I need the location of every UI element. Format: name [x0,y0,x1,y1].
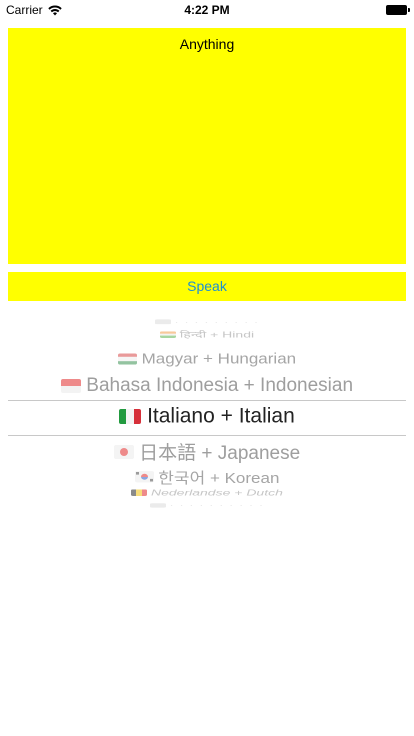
picker-row-label: Nederlandse + Dutch [150,487,283,498]
text-view-content: Anything [179,36,235,52]
picker-row-japanese[interactable]: 日本語 + Japanese [0,438,414,465]
india-flag-icon [159,331,176,338]
picker-row-label: Italiano + Italian [147,404,295,428]
picker-row-far-bottom: · · · · · · · · · · [0,502,414,508]
picker-row-hindi[interactable]: हिन्दी + Hindi [0,329,414,340]
flag-icon [154,319,171,325]
picker-row-label: 한국어 + Korean [158,470,280,487]
indonesia-flag-icon [60,379,81,393]
status-bar: Carrier 4:22 PM [0,0,414,20]
picker-row-hungarian[interactable]: Magyar + Hungarian [0,350,414,368]
picker-row-label: · · · · · · · · · [174,318,260,325]
picker-row-dutch[interactable]: Nederlandse + Dutch [0,487,414,497]
battery-full-icon [386,5,410,15]
picker-row-korean[interactable]: 한국어 + Korean [0,466,414,488]
picker-selection-line-bottom [8,435,406,436]
picker-row-label: 日本語 + Japanese [139,443,301,464]
picker-row-far-top: · · · · · · · · · [0,318,414,325]
italy-flag-icon [119,408,142,424]
text-view[interactable]: Anything [8,28,406,264]
picker-row-label: Magyar + Hungarian [141,350,297,367]
picker-row-label: Bahasa Indonesia + Indonesian [86,375,354,396]
speak-button[interactable]: Speak [8,272,406,301]
picker-row-label: · · · · · · · · · · [169,502,265,509]
south-korea-flag-icon [134,471,154,483]
belgium-flag-icon [131,489,148,496]
picker-row-italian-selected[interactable]: Italiano + Italian [0,404,414,428]
picker-selection-line-top [8,400,406,401]
picker-row-indonesian[interactable]: Bahasa Indonesia + Indonesian [0,375,414,397]
flag-icon [149,503,166,508]
app-screen: Carrier 4:22 PM Anything Speak · · · · ·… [0,0,414,736]
status-time: 4:22 PM [184,3,230,17]
japan-flag-icon [113,444,134,459]
picker-row-label: हिन्दी + Hindi [179,329,255,340]
language-picker[interactable]: · · · · · · · · · हिन्दी + Hindi Magyar … [0,318,414,510]
hungary-flag-icon [117,353,137,365]
